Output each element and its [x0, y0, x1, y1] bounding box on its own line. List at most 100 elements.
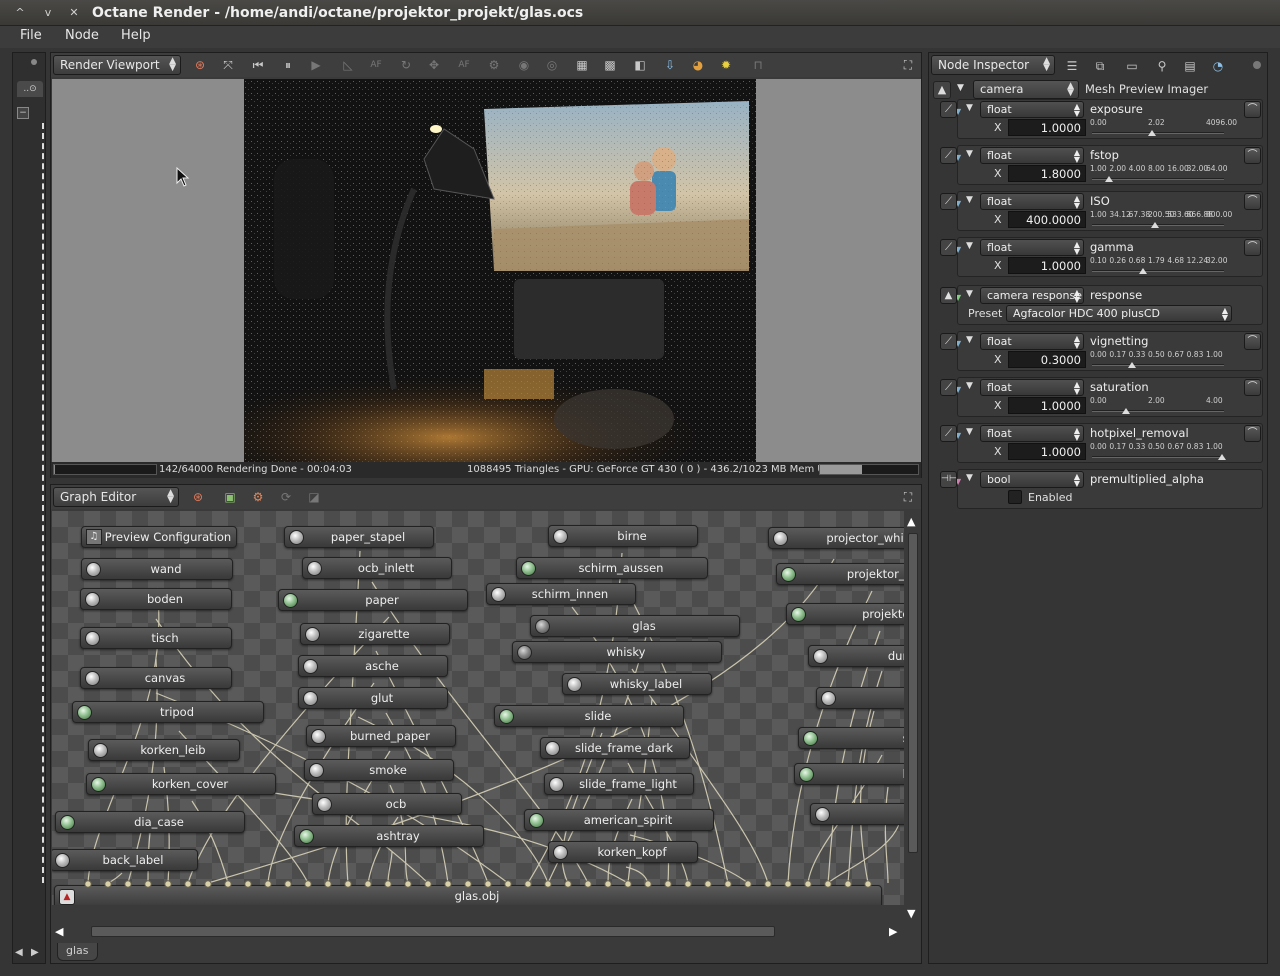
- node-glas-obj[interactable]: ▲ glas.obj: [54, 885, 882, 905]
- pause-icon[interactable]: ⏸: [279, 56, 297, 74]
- graph-hscroll-thumb[interactable]: [91, 926, 775, 937]
- menu-help[interactable]: Help: [121, 28, 151, 43]
- graph-canvas[interactable]: ♫ Preview Configuration wand boden tisch …: [52, 511, 904, 905]
- param-type-select[interactable]: float ▲ ▼: [980, 239, 1084, 256]
- param-slider[interactable]: 0.00 2.02 4096.00: [1090, 118, 1237, 138]
- slider-thumb[interactable]: [1147, 130, 1156, 136]
- curve-toggle-icon[interactable]: ⌒: [1244, 379, 1261, 396]
- maximize-button[interactable]: ^: [12, 5, 28, 21]
- environment-icon[interactable]: ◔: [1209, 57, 1227, 75]
- kernel-icon[interactable]: ▤: [1181, 57, 1199, 75]
- dock-grip-icon[interactable]: [31, 59, 37, 65]
- param-response-type-select[interactable]: camera response ▲ ▼: [980, 287, 1084, 304]
- refresh-graph-icon[interactable]: ⟳: [277, 488, 295, 506]
- slider-thumb[interactable]: [1138, 268, 1147, 274]
- lock-icon[interactable]: ⊓: [749, 56, 767, 74]
- node-korken-cover[interactable]: korken_cover: [86, 773, 276, 795]
- node-durchleu[interactable]: durchleu: [808, 645, 904, 667]
- region-picker-icon[interactable]: ◎: [543, 56, 561, 74]
- imager-icon[interactable]: ▭: [1123, 57, 1141, 75]
- curve-toggle-icon[interactable]: ⌒: [1244, 147, 1261, 164]
- node-projektor-bl[interactable]: projektor_bl: [776, 563, 904, 585]
- node-whisky-label[interactable]: whisky_label: [562, 673, 712, 695]
- expand-all-icon[interactable]: ⧉: [1091, 57, 1109, 75]
- restart-icon[interactable]: ⏮: [249, 56, 267, 74]
- arrange-graph-icon[interactable]: ◪: [305, 488, 323, 506]
- node-glut[interactable]: glut: [298, 687, 448, 709]
- node-projektor[interactable]: projektor_: [786, 603, 904, 625]
- param-expand-toggle[interactable]: ▼: [966, 149, 973, 159]
- param-slider[interactable]: 1.00 2.00 4.00 8.00 16.00 32.00 64.00: [1090, 164, 1227, 184]
- enabled-checkbox[interactable]: [1008, 490, 1022, 504]
- node-be[interactable]: be: [810, 803, 904, 825]
- material-picker-icon[interactable]: ⚙: [485, 56, 503, 74]
- node-zigarette[interactable]: zigarette: [300, 623, 450, 645]
- node-slide[interactable]: slide: [494, 705, 684, 727]
- node-dia-case[interactable]: dia_case: [55, 811, 245, 833]
- param-value-input[interactable]: 1.0000: [1008, 257, 1086, 274]
- node-tripod[interactable]: tripod: [72, 701, 264, 723]
- slider-thumb[interactable]: [1128, 362, 1137, 368]
- param-type-select[interactable]: float ▲ ▼: [980, 425, 1084, 442]
- maximize-viewport-icon[interactable]: ⛶: [899, 56, 917, 74]
- curve-toggle-icon[interactable]: ⌒: [1244, 333, 1261, 350]
- param-value-input[interactable]: 0.3000: [1008, 351, 1086, 368]
- collapse-icon[interactable]: −: [17, 107, 29, 119]
- param-slider[interactable]: 0.00 0.17 0.33 0.50 0.67 0.83 1.00: [1090, 350, 1226, 370]
- param-expand-toggle[interactable]: ▼: [966, 241, 973, 251]
- node-tisch[interactable]: tisch: [80, 627, 232, 649]
- node-intern[interactable]: intern: [816, 687, 904, 709]
- param-slider[interactable]: 0.10 0.26 0.68 1.79 4.68 12.24 32.00: [1090, 256, 1227, 276]
- node-slide-frame-light[interactable]: slide_frame_light: [544, 773, 694, 795]
- node-projector-whi[interactable]: projector_whi: [768, 527, 904, 549]
- node-korken-leib[interactable]: korken_leib: [88, 739, 240, 761]
- node-preview-configuration[interactable]: ♫ Preview Configuration: [81, 526, 237, 548]
- alpha-checker-icon[interactable]: ▩: [601, 56, 619, 74]
- param-type-select[interactable]: float ▲ ▼: [980, 333, 1084, 350]
- node-scha[interactable]: scha: [798, 727, 904, 749]
- param-expand-toggle[interactable]: ▼: [966, 427, 973, 437]
- param-expand-toggle[interactable]: ▼: [966, 103, 973, 113]
- graph-horizontal-scrollbar[interactable]: ◀ ▶: [55, 925, 903, 939]
- param-type-select[interactable]: float ▲ ▼: [980, 193, 1084, 210]
- node-expand-toggle[interactable]: ▼: [957, 83, 964, 93]
- save-image-icon[interactable]: ⇩: [661, 56, 679, 74]
- slider-thumb[interactable]: [1105, 176, 1114, 182]
- play-icon[interactable]: ▶: [307, 56, 325, 74]
- node-ashtray[interactable]: ashtray: [294, 825, 484, 847]
- scroll-left-icon[interactable]: ◀: [15, 947, 23, 958]
- grid-icon[interactable]: ▦: [573, 56, 591, 74]
- object-picker-icon[interactable]: ◉: [515, 56, 533, 74]
- panel-grip-icon[interactable]: [1253, 61, 1261, 69]
- collapsed-tab-icon[interactable]: ..⊙: [17, 81, 43, 97]
- node-back-label[interactable]: back_label: [52, 849, 198, 871]
- node-smoke[interactable]: smoke: [304, 759, 454, 781]
- graph-vscroll-thumb[interactable]: [908, 533, 918, 853]
- node-whisky[interactable]: whisky: [512, 641, 722, 663]
- scroll-right-icon[interactable]: ▶: [31, 947, 39, 958]
- collapse-all-icon[interactable]: ☰: [1063, 57, 1081, 75]
- slider-thumb[interactable]: [1218, 454, 1226, 460]
- rotate-icon[interactable]: ↻: [397, 56, 415, 74]
- close-button[interactable]: ✕: [66, 5, 82, 21]
- slider-thumb[interactable]: [1122, 408, 1130, 414]
- maximize-graph-icon[interactable]: ⛶: [899, 488, 917, 506]
- light-icon[interactable]: ✹: [717, 56, 735, 74]
- node-paper-stapel[interactable]: paper_stapel: [284, 526, 434, 548]
- node-type-select[interactable]: camera ▲ ▼: [973, 80, 1079, 99]
- curve-toggle-icon[interactable]: ⌒: [1244, 239, 1261, 256]
- graph-vertical-scrollbar[interactable]: ▲ ▼: [906, 511, 920, 920]
- node-glas[interactable]: glas: [530, 615, 740, 637]
- focus-picker-icon[interactable]: AF: [455, 56, 473, 74]
- minimize-button[interactable]: v: [40, 5, 56, 21]
- node-paper[interactable]: paper: [278, 589, 468, 611]
- stop-render-icon[interactable]: ⊛: [191, 56, 209, 74]
- node-boden[interactable]: boden: [80, 588, 232, 610]
- param-value-input[interactable]: 400.0000: [1008, 211, 1086, 228]
- reset-camera-icon[interactable]: ⤧: [219, 56, 237, 74]
- camera-settings-icon[interactable]: ⚲: [1153, 57, 1171, 75]
- param-value-input[interactable]: 1.0000: [1008, 443, 1086, 460]
- param-type-select[interactable]: float ▲ ▼: [980, 101, 1084, 118]
- param-expand-toggle[interactable]: ▼: [966, 473, 973, 483]
- param-expand-toggle[interactable]: ▼: [966, 195, 973, 205]
